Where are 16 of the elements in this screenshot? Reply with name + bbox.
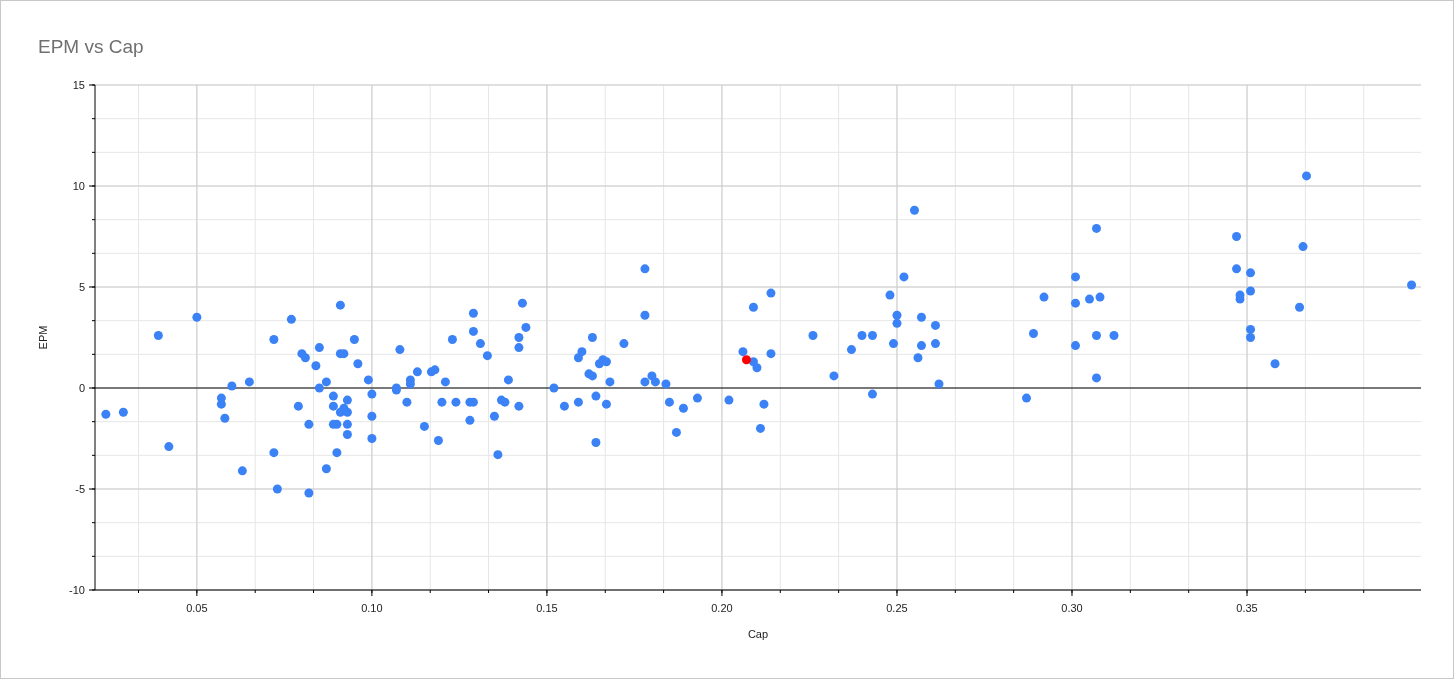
axis-tick-label: 0.20 [711,602,733,614]
axis-tick-label: 0.30 [1061,602,1083,614]
axis-tick-label: 0.25 [886,602,908,614]
axis-tick-label: 0.35 [1236,602,1258,614]
axis-tick-label: 0 [78,382,85,394]
axis-title: EPM [37,325,49,350]
axis-tick-label: 5 [78,281,85,293]
axis-title: Cap [747,628,769,640]
axis-tick-label: 0.10 [361,602,383,614]
axis-tick-label: 10 [72,180,85,192]
axis-tick-label: -5 [75,483,85,495]
chart-title: EPM vs Cap [37,35,144,59]
axis-tick-label: 15 [72,79,85,91]
axis-tick-label: 0.15 [536,602,558,614]
axis-tick-label: -10 [69,584,85,596]
axis-tick-label: 0.05 [186,602,208,614]
